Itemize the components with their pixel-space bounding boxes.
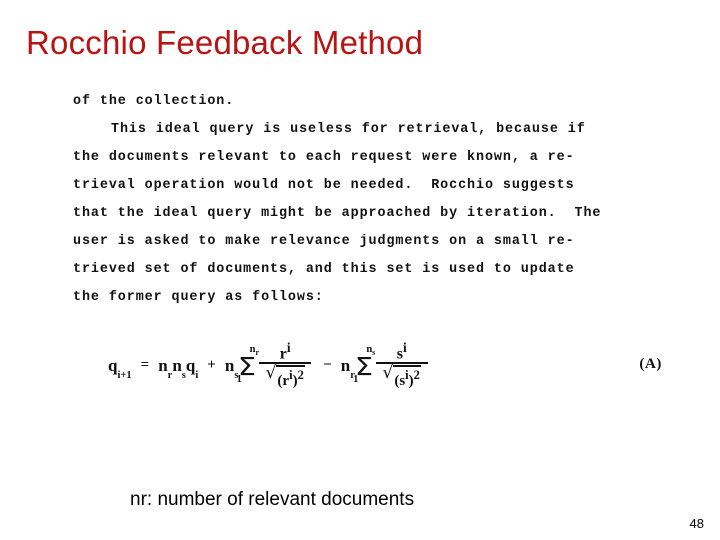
formula-label: (A): [639, 356, 662, 372]
scan-text-line: the former query as follows:: [73, 290, 324, 305]
formula-row: qi+1 = nr ns qi + ns nr Σ 1 ri √(ri)2 −: [108, 332, 431, 398]
formula-lhs-subscript: i+1: [117, 369, 132, 381]
formula-term1-ns-base: n: [172, 355, 182, 375]
slide-number: 48: [689, 516, 704, 531]
formula-term1-qi-base: q: [185, 355, 196, 375]
legend-line-nr: nr: number of relevant documents: [130, 489, 415, 510]
radical-icon: √: [382, 363, 394, 384]
scan-text-line: trieved set of documents, and this set i…: [73, 262, 575, 277]
formula-term2-coefficient-base: n: [224, 355, 235, 375]
rocchio-formula: qi+1 = nr ns qi + ns nr Σ 1 ri √(ri)2 −: [108, 332, 668, 398]
formula-term3-coefficient: nr: [340, 355, 355, 381]
formula-term3-radicand: (si)2: [393, 365, 421, 389]
formula-term2-fraction: ri √ (ri)2: [259, 339, 312, 389]
scan-text-line: This ideal query is useless for retrieva…: [111, 122, 586, 137]
formula-term2-sum-lower-limit: 1: [236, 374, 242, 386]
formula-term3-fraction: si √ (si)2: [375, 339, 428, 389]
page-title: Rocchio Feedback Method: [26, 24, 424, 61]
formula-term2-summation: nr Σ 1: [236, 344, 259, 386]
scanned-page-excerpt-image: of the collection. This ideal query is u…: [56, 86, 664, 406]
formula-term3-denominator: √ (si)2: [380, 364, 422, 389]
scan-text-line: the documents relevant to each request w…: [73, 150, 575, 165]
formula-plus-sign: +: [207, 356, 216, 373]
formula-term2-numerator-base: r: [279, 344, 287, 362]
formula-term3-sum-lower-limit: 1: [353, 374, 359, 386]
formula-equals-sign: =: [140, 356, 150, 373]
formula-term1-qi-subscript: i: [195, 369, 199, 381]
formula-term3-summation: ns Σ 1: [353, 344, 375, 386]
formula-term3-coefficient-base: n: [340, 355, 351, 375]
legend: nr: number of relevant documents ns: num…: [130, 432, 455, 540]
formula-term2-coefficient: ns: [224, 355, 239, 381]
formula-term1-ns: ns: [172, 355, 186, 381]
formula-term2-numerator: ri: [276, 339, 295, 362]
formula-term2-numerator-superscript: i: [286, 339, 291, 355]
scan-text-line: of the collection.: [73, 94, 235, 109]
slide: Rocchio Feedback Method of the collectio…: [0, 0, 720, 540]
scan-text-line: that the ideal query might be approached…: [73, 206, 602, 221]
radical-icon: √: [265, 363, 277, 384]
formula-term2-radicand: (ri)2: [276, 365, 305, 389]
formula-term1-qi: qi: [185, 355, 198, 381]
formula-term1-nr-base: n: [158, 355, 168, 375]
formula-minus-sign: −: [323, 356, 332, 373]
formula-term3-denominator-power: 2: [413, 368, 420, 383]
formula-term2-denominator-power: 2: [297, 368, 304, 383]
formula-term3-numerator: si: [393, 339, 411, 362]
formula-term1-nr: nr: [158, 355, 172, 381]
scan-text-line: user is asked to make relevance judgment…: [73, 234, 575, 249]
formula-term2-denominator: √ (ri)2: [264, 364, 307, 389]
formula-lhs: qi+1: [108, 357, 132, 381]
scan-text-line: trieval operation would not be needed. R…: [73, 178, 575, 193]
formula-term3-numerator-superscript: i: [402, 339, 407, 355]
